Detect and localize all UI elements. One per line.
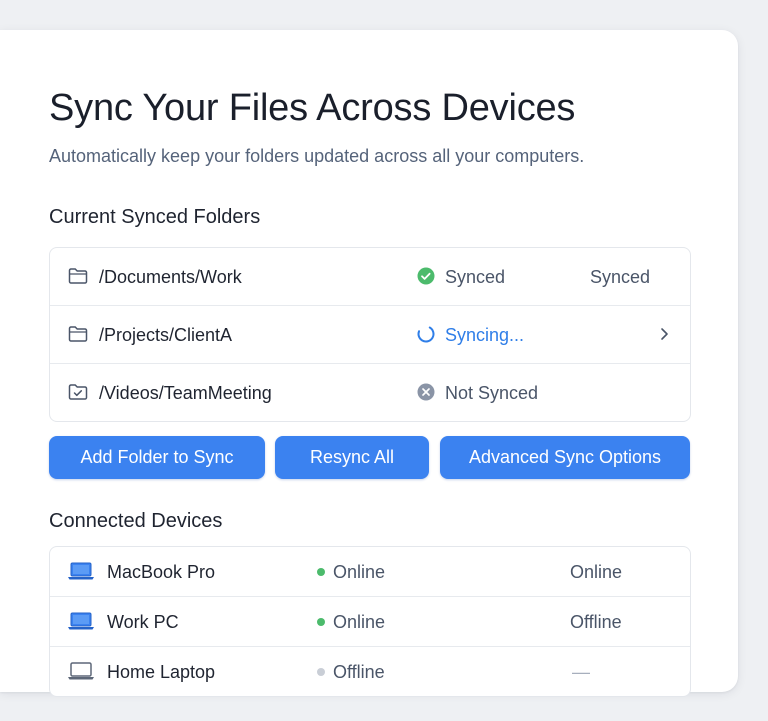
device-connection-state: Offline xyxy=(570,612,622,632)
folder-check-icon xyxy=(68,383,88,401)
desktop-pc-icon xyxy=(67,611,95,631)
device-row[interactable]: Work PC Online Offline xyxy=(50,597,690,647)
device-name: Work PC xyxy=(107,612,179,632)
resync-all-button[interactable]: Resync All xyxy=(275,436,429,479)
device-connection-state: — xyxy=(572,662,590,682)
folder-icon xyxy=(68,325,88,343)
laptop-icon xyxy=(67,561,95,581)
connected-devices-list: MacBook Pro Online Online Work PC Online… xyxy=(49,546,691,697)
folder-row[interactable]: /Projects/ClientA Syncing... xyxy=(50,306,690,364)
advanced-sync-options-button[interactable]: Advanced Sync Options xyxy=(440,436,690,479)
offline-status-dot xyxy=(317,668,325,676)
folder-status: Synced xyxy=(445,267,506,287)
online-status-dot xyxy=(317,568,325,576)
folder-path: /Videos/TeamMeeting xyxy=(99,383,272,403)
folder-icon xyxy=(68,267,88,285)
device-status: Online xyxy=(333,562,386,582)
folder-path: /Documents/Work xyxy=(99,267,242,287)
folder-sync-state: Synced xyxy=(590,267,651,287)
online-status-dot xyxy=(317,618,325,626)
device-status: Online xyxy=(333,612,386,632)
device-name: MacBook Pro xyxy=(107,562,216,582)
synced-folders-heading: Current Synced Folders xyxy=(49,206,261,228)
page-title: Sync Your Files Across Devices xyxy=(49,87,576,129)
folder-status: Syncing... xyxy=(445,325,525,345)
device-row[interactable]: MacBook Pro Online Online xyxy=(50,547,690,597)
x-circle-icon xyxy=(417,383,435,401)
folder-status: Not Synced xyxy=(445,383,539,403)
spinner-icon xyxy=(416,324,436,344)
folder-row[interactable]: /Documents/Work Synced Synced xyxy=(50,248,690,306)
device-name: Home Laptop xyxy=(107,662,216,682)
check-circle-icon xyxy=(417,267,435,285)
page-subtitle: Automatically keep your folders updated … xyxy=(49,146,585,166)
device-status: Offline xyxy=(333,662,385,682)
laptop-icon xyxy=(67,661,95,681)
chevron-right-icon[interactable] xyxy=(658,326,670,342)
add-folder-button[interactable]: Add Folder to Sync xyxy=(49,436,265,479)
folder-row[interactable]: /Videos/TeamMeeting Not Synced xyxy=(50,364,690,421)
folder-path: /Projects/ClientA xyxy=(99,325,233,345)
synced-folders-list: /Documents/Work Synced Synced /Projects/… xyxy=(49,247,691,422)
device-row[interactable]: Home Laptop Offline — xyxy=(50,647,690,696)
device-connection-state: Online xyxy=(570,562,623,582)
connected-devices-heading: Connected Devices xyxy=(49,510,223,532)
